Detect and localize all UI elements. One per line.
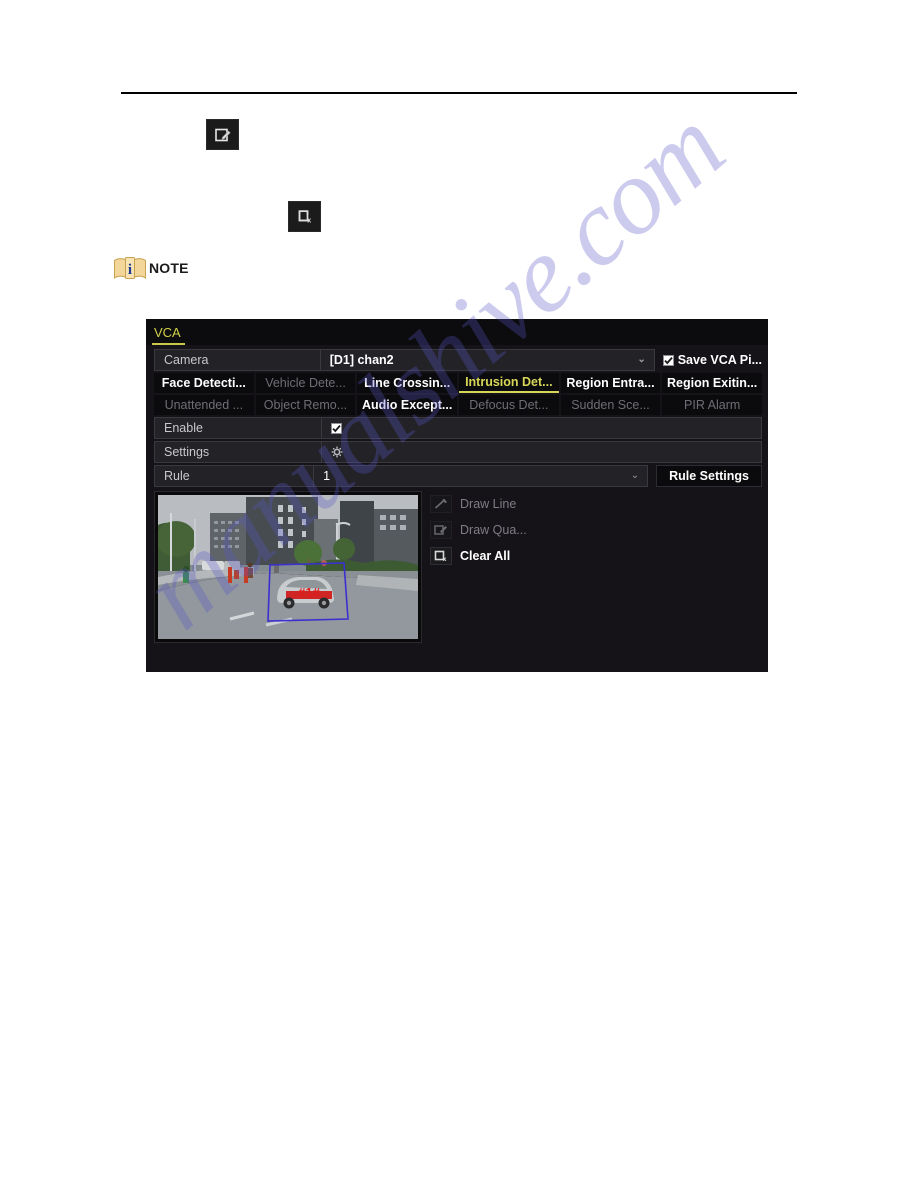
tool-label-1: Draw Qua... <box>460 523 527 537</box>
enable-label: Enable <box>154 417 322 439</box>
rule-row: Rule 1 ⌄ Rule Settings <box>154 465 762 487</box>
camera-select[interactable]: [D1] chan2 ⌄ <box>320 349 655 371</box>
chevron-down-icon: ⌄ <box>630 470 640 481</box>
svg-text:x: x <box>307 217 311 224</box>
tool-label-0: Draw Line <box>460 497 517 511</box>
detection-tab-0[interactable]: Face Detecti... <box>154 373 254 393</box>
video-preview[interactable]: #1# <box>158 495 418 639</box>
panel-body: Camera [D1] chan2 ⌄ Save VCA Pi... Face … <box>146 345 768 649</box>
rule-select[interactable]: 1 ⌄ <box>314 465 649 487</box>
clear-all-icon[interactable]: x <box>288 201 321 232</box>
draw-quad-icon <box>430 521 452 539</box>
draw-line-icon <box>430 495 452 513</box>
preview-area: #1# Draw Line Draw Qua... x Clear All <box>154 491 762 643</box>
camera-row: Camera [D1] chan2 ⌄ Save VCA Pi... <box>154 349 762 371</box>
detection-tab-3[interactable]: Intrusion Det... <box>458 373 559 393</box>
detection-tab-1: Vehicle Dete... <box>255 373 356 393</box>
detection-tab-9: Defocus Det... <box>458 395 559 415</box>
vca-settings-panel: VCA Camera [D1] chan2 ⌄ Save VCA Pi... F… <box>146 319 768 672</box>
settings-row: Settings <box>154 441 762 463</box>
tab-vca[interactable]: VCA <box>152 325 185 345</box>
chevron-down-icon: ⌄ <box>637 354 646 365</box>
tool-draw-line: Draw Line <box>430 495 527 513</box>
svg-text:i: i <box>128 262 132 278</box>
video-preview-frame[interactable]: #1# <box>154 491 422 643</box>
tool-label-2: Clear All <box>460 549 511 563</box>
panel-titlebar: VCA <box>146 319 768 345</box>
tool-clear-all[interactable]: x Clear All <box>430 547 527 565</box>
rule-settings-button[interactable]: Rule Settings <box>656 465 762 487</box>
detection-tab-11: PIR Alarm <box>662 395 762 415</box>
detection-tab-2[interactable]: Line Crossin... <box>357 373 457 393</box>
enable-row: Enable <box>154 417 762 439</box>
detection-tab-6: Unattended ... <box>154 395 254 415</box>
enable-field <box>322 417 762 439</box>
svg-text:x: x <box>443 557 447 562</box>
tool-draw-quad: Draw Qua... <box>430 521 527 539</box>
enable-checkbox[interactable] <box>331 422 342 434</box>
rule-value: 1 <box>323 469 331 483</box>
detection-tab-7: Object Remo... <box>255 395 356 415</box>
page-horizontal-rule <box>121 92 797 94</box>
gear-icon[interactable] <box>331 446 343 458</box>
clear-all-icon[interactable]: x <box>430 547 452 565</box>
save-vca-picture-label: Save VCA Pi... <box>677 353 762 367</box>
camera-label: Camera <box>154 349 321 371</box>
region-label: #1# <box>298 585 320 600</box>
intrusion-region-overlay[interactable]: #1# <box>158 495 418 639</box>
note-label: NOTE <box>149 260 189 276</box>
settings-label: Settings <box>154 441 322 463</box>
detection-tab-5[interactable]: Region Exitin... <box>662 373 762 393</box>
detection-tab-8[interactable]: Audio Except... <box>357 395 457 415</box>
rule-label: Rule <box>154 465 315 487</box>
detection-tab-4[interactable]: Region Entra... <box>560 373 661 393</box>
checkbox-box <box>662 354 674 366</box>
detection-tab-10: Sudden Sce... <box>560 395 661 415</box>
settings-field <box>322 441 762 463</box>
note-callout: i NOTE <box>113 255 189 281</box>
draw-quadrilateral-icon[interactable] <box>206 119 239 150</box>
detection-type-grid: Face Detecti... Vehicle Dete... Line Cross… <box>154 373 762 415</box>
save-vca-picture-checkbox[interactable]: Save VCA Pi... <box>655 349 762 371</box>
drawing-tools: Draw Line Draw Qua... x Clear All <box>430 491 527 643</box>
camera-value: [D1] chan2 <box>329 353 394 367</box>
note-book-icon: i <box>114 257 146 279</box>
